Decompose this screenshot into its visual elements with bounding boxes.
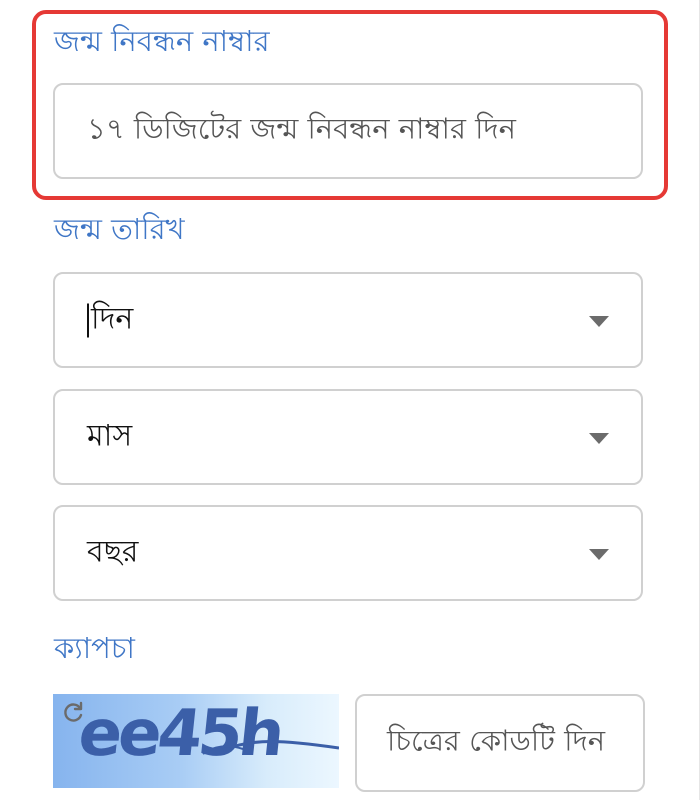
- captcha-image: ee45h: [53, 694, 339, 788]
- day-select-value: দিন: [91, 301, 134, 337]
- month-select[interactable]: মাস: [53, 389, 643, 485]
- captcha-label: ক্যাপচা: [54, 631, 135, 665]
- chevron-down-icon: [589, 433, 609, 444]
- birth-date-label: জন্ম তারিখ: [54, 212, 185, 246]
- text-cursor: [87, 303, 89, 337]
- day-select-value-wrapper: দিন: [87, 295, 133, 346]
- chevron-down-icon: [589, 316, 609, 327]
- day-select[interactable]: দিন: [53, 272, 643, 368]
- birth-registration-input[interactable]: ১৭ ডিজিটের জন্ম নিবন্ধন নাম্বার দিন: [53, 83, 643, 179]
- captcha-input-placeholder: চিত্রের কোডটি দিন: [387, 723, 606, 758]
- chevron-down-icon: [589, 549, 609, 560]
- birth-registration-label: জন্ম নিবন্ধন নাম্বার: [54, 24, 270, 58]
- captcha-input[interactable]: চিত্রের কোডটি দিন: [355, 694, 645, 792]
- year-select[interactable]: বছর: [53, 505, 643, 601]
- refresh-icon[interactable]: [60, 700, 86, 726]
- captcha-noise-line: [202, 740, 339, 755]
- birth-registration-placeholder: ১৭ ডিজিটের জন্ম নিবন্ধন নাম্বার দিন: [87, 111, 516, 146]
- year-select-value: বছর: [87, 534, 139, 570]
- month-select-value: মাস: [87, 418, 133, 454]
